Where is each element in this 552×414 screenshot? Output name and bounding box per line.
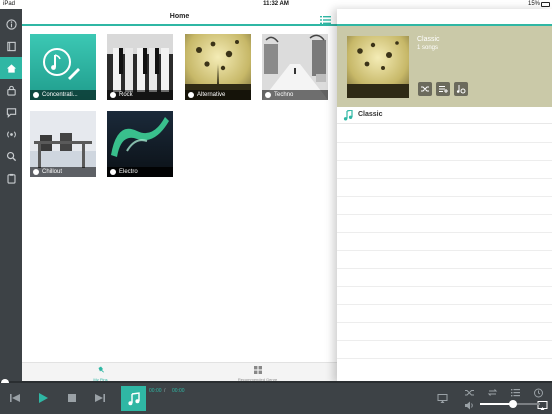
list-divider xyxy=(337,340,552,341)
tile-label: Electro xyxy=(107,167,173,177)
pin-icon xyxy=(98,366,104,373)
output-device-icon[interactable] xyxy=(537,400,548,411)
list-divider xyxy=(337,304,552,305)
tile-concentration[interactable]: Concentrati... xyxy=(30,34,96,100)
next-button[interactable] xyxy=(93,391,107,405)
rail-home-button[interactable] xyxy=(0,57,22,79)
queue-list-icon xyxy=(439,86,448,93)
info-icon xyxy=(5,18,17,30)
tile-label: Rock xyxy=(107,90,173,100)
list-divider xyxy=(337,178,552,179)
music-note-icon xyxy=(127,391,140,405)
volume-icon xyxy=(465,401,473,410)
status-time: 11:32 AM xyxy=(263,1,289,7)
total-time: 00:00 xyxy=(172,388,185,394)
home-icon xyxy=(6,63,16,73)
tile-electro[interactable]: Electro xyxy=(107,111,173,177)
play-button[interactable] xyxy=(36,391,50,405)
song-count: 1 songs xyxy=(417,45,439,51)
bottom-tab-bar: My Pins Recommended Genre xyxy=(22,362,337,383)
home-header: Home xyxy=(22,9,337,26)
app-root: iPad 11:32 AM 15% Home Concentrati... Ro… xyxy=(0,0,552,414)
tile-label: Concentrati... xyxy=(30,90,96,100)
volume-slider-handle[interactable] xyxy=(509,400,517,408)
folder-icon xyxy=(33,169,39,175)
tile-rock[interactable]: Rock xyxy=(107,34,173,100)
previous-icon xyxy=(10,394,20,402)
tile-label: Chillout xyxy=(30,167,96,177)
rail-info-button[interactable] xyxy=(0,13,22,35)
home-pane: Home Concentrati... Rock Alternative Tec… xyxy=(22,9,337,383)
list-divider xyxy=(337,196,552,197)
rail-lock-button[interactable] xyxy=(0,79,22,101)
pin-icon xyxy=(33,92,39,98)
music-note-icon xyxy=(343,110,353,121)
left-rail xyxy=(0,9,22,383)
song-row[interactable]: Classic xyxy=(337,107,552,124)
battery-percent: 15% xyxy=(527,1,540,7)
playlist-settings-button[interactable] xyxy=(454,82,468,96)
list-divider xyxy=(337,358,552,359)
rail-chat-button[interactable] xyxy=(0,101,22,123)
grid-icon xyxy=(253,366,262,374)
sleep-timer-icon[interactable] xyxy=(533,387,544,398)
classic-artwork xyxy=(347,36,409,98)
rail-book-button[interactable] xyxy=(0,35,22,57)
stop-icon xyxy=(68,394,76,402)
lock-icon xyxy=(6,85,16,96)
playlist-detail-pane: Classic 1 songs Classic xyxy=(337,9,552,383)
pin-icon xyxy=(265,92,271,98)
genre-icon xyxy=(188,92,194,98)
stop-button[interactable] xyxy=(65,391,79,405)
book-icon xyxy=(6,41,16,51)
rail-search-button[interactable] xyxy=(0,145,22,167)
status-bar: iPad 11:32 AM 15% xyxy=(0,0,552,9)
list-view-button[interactable] xyxy=(320,12,331,24)
radio-icon xyxy=(6,130,16,138)
shuffle-icon[interactable] xyxy=(464,387,475,398)
shuffle-icon xyxy=(421,86,429,92)
page-title: Home xyxy=(169,13,190,20)
battery-icon xyxy=(541,2,550,7)
list-divider xyxy=(337,160,552,161)
carrier-label: iPad xyxy=(3,1,16,7)
repeat-icon[interactable] xyxy=(487,387,498,398)
playlist-title: Classic xyxy=(417,36,440,43)
chat-icon xyxy=(6,107,16,118)
list-icon xyxy=(320,16,331,24)
clipboard-icon xyxy=(6,173,16,184)
list-divider xyxy=(337,286,552,287)
now-playing-artwork[interactable] xyxy=(121,386,146,411)
previous-button[interactable] xyxy=(8,391,22,405)
list-divider xyxy=(337,250,552,251)
list-divider xyxy=(337,142,552,143)
current-time: 00:00 xyxy=(149,388,162,394)
tile-chillout[interactable]: Chillout xyxy=(30,111,96,177)
add-to-queue-button[interactable] xyxy=(436,82,450,96)
playlist-icon[interactable] xyxy=(510,387,521,398)
time-separator: / xyxy=(164,388,166,394)
rail-radio-button[interactable] xyxy=(0,123,22,145)
genre-icon xyxy=(110,92,116,98)
shuffle-playlist-button[interactable] xyxy=(418,82,432,96)
airplay-icon[interactable] xyxy=(437,393,448,404)
tile-label: Techno xyxy=(262,90,328,100)
tile-techno[interactable]: Techno xyxy=(262,34,328,100)
detail-header-divider xyxy=(337,24,552,26)
tile-alternative[interactable]: Alternative xyxy=(185,34,251,100)
next-icon xyxy=(95,394,105,402)
search-icon xyxy=(6,151,16,161)
list-divider xyxy=(337,214,552,215)
list-divider xyxy=(337,322,552,323)
tile-label: Alternative xyxy=(185,90,251,100)
detail-artwork xyxy=(347,36,409,98)
player-bar: 00:00 / 00:00 xyxy=(0,383,552,414)
song-title: Classic xyxy=(358,111,383,118)
play-icon xyxy=(39,393,48,403)
list-divider xyxy=(337,232,552,233)
music-settings-icon xyxy=(456,85,466,94)
genre-icon xyxy=(110,169,116,175)
rail-clipboard-button[interactable] xyxy=(0,167,22,189)
list-divider xyxy=(337,268,552,269)
